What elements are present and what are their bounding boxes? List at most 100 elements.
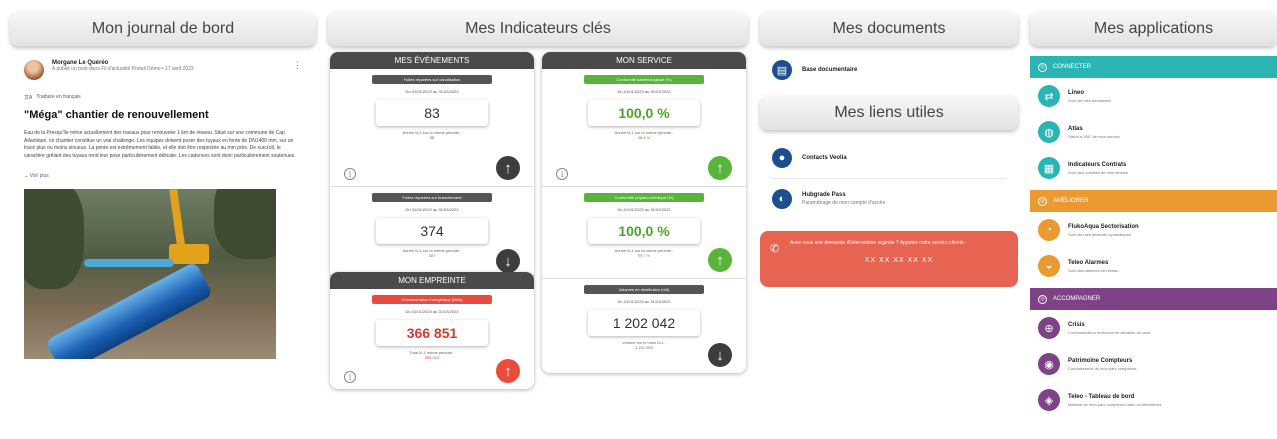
post-photo[interactable] [24, 188, 276, 359]
more-options-icon[interactable]: ⋮ [293, 60, 302, 71]
kpi-value: 100,0 % [588, 100, 700, 126]
eye-icon: ◈ [1038, 389, 1060, 411]
link-sub: Paramétrage de mon compte d'accès [802, 200, 885, 206]
kpi-item: Conformité bactériologique (%) Du 01/01/… [542, 69, 746, 187]
alarm-icon: ◒ [1038, 255, 1060, 277]
app-name: Patrimoine Compteurs [1068, 357, 1133, 364]
arrow-up-icon: ↑ [496, 359, 520, 383]
kpi-tag: Fuites réparées sur canalisation [372, 75, 492, 84]
indicators-header: Mes Indicateurs clés [328, 12, 748, 46]
journal-header: Mon journal de bord [10, 12, 316, 46]
kpi-item: Consommation énergétique (kWh) Du 01/01/… [330, 289, 534, 389]
kpi-dates: Du 01/01/2023 au 31/03/2023 [617, 89, 671, 94]
indicators-column: Mes Indicateurs clés MES ÉVÈNEMENTS Fuit… [328, 0, 748, 389]
kpi-tag: Consommation énergétique (kWh) [372, 295, 492, 304]
app-name: FlukoAqua Sectorisation [1068, 223, 1139, 230]
app-item-teleo-tableau[interactable]: ◈ Teleo - Tableau de bord Maîtrise de mo… [1030, 382, 1277, 418]
folder-icon: ▤ [772, 60, 792, 80]
kpi-value: 1 202 042 [588, 310, 700, 336]
category-label: ACCOMPAGNER [1053, 296, 1101, 302]
app-item-flukoaqua[interactable]: ◔ FlukoAqua Sectorisation Suivi de mes s… [1030, 212, 1277, 248]
app-item-atlas[interactable]: ◍ Atlas Vision à 360° de mon service [1030, 114, 1277, 150]
app-item-teleo-alarmes[interactable]: ◒ Teleo Alarmes Suivi des alarmes du rés… [1030, 248, 1277, 284]
app-name: Crisis [1068, 321, 1085, 328]
app-desc: Suivi de mes demandes [1068, 97, 1111, 103]
translate-link[interactable]: 文A Traduire en français [24, 94, 302, 101]
service-title: MON SERVICE [542, 52, 746, 69]
kpi-item: Fuites réparées sur branchement Du 01/01… [330, 187, 534, 279]
chevron-down-icon: ⌄ [24, 172, 29, 179]
meter-icon: ◉ [1038, 353, 1060, 375]
arrow-up-icon: ↑ [708, 248, 732, 272]
category-icon: ◎ [1038, 294, 1047, 304]
app-item-indicateurs[interactable]: ▦ Indicateurs Contrats Suivi des activit… [1030, 150, 1277, 186]
kpi-dates: Du 01/01/2023 au 31/03/2023 [617, 207, 671, 212]
category-label: CONNECTER [1053, 64, 1092, 70]
documents-header: Mes documents [760, 12, 1018, 46]
kpi-value: 374 [376, 218, 488, 244]
applications-header: Mes applications [1030, 12, 1277, 46]
category-label: AMÉLIORER [1053, 198, 1089, 204]
arrow-down-icon: ↓ [708, 343, 732, 367]
avatar[interactable] [24, 60, 44, 80]
app-desc: Vision à 360° de mon service [1068, 133, 1120, 139]
kpi-dates: Du 01/01/2023 au 31/03/2023 [405, 207, 459, 212]
see-more-label: Voir plus [29, 172, 49, 179]
urgent-call-box[interactable]: ✆ Avez-vous une demande d'intervention u… [760, 231, 1018, 287]
kpi-note-value: 98,8 % [637, 135, 651, 140]
kpi-note: Année N-1 sur la même période : 98,8 % [552, 130, 736, 140]
doc-label: Base documentaire [802, 67, 858, 73]
app-name: Teleo Alarmes [1068, 259, 1109, 266]
kpi-value: 366 851 [376, 320, 488, 346]
kpi-dates: Du 01/01/2023 au 31/03/2023 [405, 89, 459, 94]
category-connecter[interactable]: ◎ CONNECTER [1030, 56, 1277, 78]
link-item-contacts[interactable]: ● Contacts Veolia [760, 138, 1018, 178]
kpi-note: Année N-1 sur la même période : 98 [340, 130, 524, 140]
link-label: Contacts Veolia [802, 155, 847, 161]
category-accompagner[interactable]: ◎ ACCOMPAGNER [1030, 288, 1277, 310]
app-desc: Maîtrise de mon parc compteurs radio ou … [1068, 401, 1162, 407]
kpi-dates: Du 01/01/2023 au 31/03/2023 [617, 299, 671, 304]
app-item-patrimoine[interactable]: ◉ Patrimoine Compteurs Connaissance de m… [1030, 346, 1277, 382]
kpi-item: Conformité physico-chimique (%) Du 01/01… [542, 187, 746, 279]
app-name: Atlas [1068, 125, 1083, 132]
app-desc: Suivi de mes secteurs hydrauliques [1068, 231, 1131, 237]
documents-column: Mes documents ▤ Base documentaire Mes li… [760, 0, 1018, 287]
category-ameliorer[interactable]: ◎ AMÉLIORER [1030, 190, 1277, 212]
service-panel: MON SERVICE Conformité bactériologique (… [542, 52, 746, 373]
pipe-shape [84, 258, 174, 267]
translate-icon: 文A [24, 95, 33, 101]
alert-number[interactable]: XX XX XX XX XX [790, 257, 1008, 264]
kpi-note-value: 354 010 [424, 355, 440, 360]
alert-text: Avez-vous une demande d'intervention urg… [790, 240, 967, 246]
kpi-tag: Conformité bactériologique (%) [584, 75, 704, 84]
journal-post: Morgane Le Quéréo A publié un post dans … [10, 46, 316, 359]
kpi-dates: Du 01/01/2023 au 31/03/2023 [405, 309, 459, 314]
app-item-lineo[interactable]: ⇄ Lineo Suivi de mes demandes [1030, 78, 1277, 114]
app-item-crisis[interactable]: ⊕ Crisis Communication renforcée en situ… [1030, 310, 1277, 346]
lifebuoy-icon: ⊕ [1038, 317, 1060, 339]
category-icon: ◎ [1038, 62, 1047, 72]
kpi-tag: Fuites réparées sur branchement [372, 193, 492, 202]
kpi-item: Volumes en distribution (m3) Du 01/01/20… [542, 279, 746, 373]
see-more-link[interactable]: ⌄ Voir plus [24, 173, 302, 179]
link-item-hubgrade[interactable]: ◐ Hubgrade Pass Paramétrage de mon compt… [760, 179, 1018, 219]
info-icon[interactable]: i [556, 168, 568, 180]
events-title: MES ÉVÈNEMENTS [330, 52, 534, 69]
links-header: Mes liens utiles [760, 96, 1018, 130]
journal-column: Mon journal de bord Morgane Le Quéréo A … [10, 0, 316, 359]
kpi-item: Fuites réparées sur canalisation Du 01/0… [330, 69, 534, 187]
category-icon: ◎ [1038, 196, 1047, 206]
tree-shape [24, 188, 84, 289]
footprint-panel: MON EMPREINTE Consommation énergétique (… [330, 272, 534, 389]
lineo-icon: ⇄ [1038, 85, 1060, 107]
info-icon[interactable]: i [344, 168, 356, 180]
info-icon[interactable]: i [344, 371, 356, 383]
events-panel: MES ÉVÈNEMENTS Fuites réparées sur canal… [330, 52, 534, 279]
kpi-note-value: 98 [429, 135, 435, 140]
post-author-sub: A publié un post dans Fil d'actualité Po… [52, 66, 194, 72]
app-name: Indicateurs Contrats [1068, 161, 1127, 168]
kpi-value: 100,0 % [588, 218, 700, 244]
footprint-title: MON EMPREINTE [330, 272, 534, 289]
doc-item-base-documentaire[interactable]: ▤ Base documentaire [760, 50, 1018, 90]
